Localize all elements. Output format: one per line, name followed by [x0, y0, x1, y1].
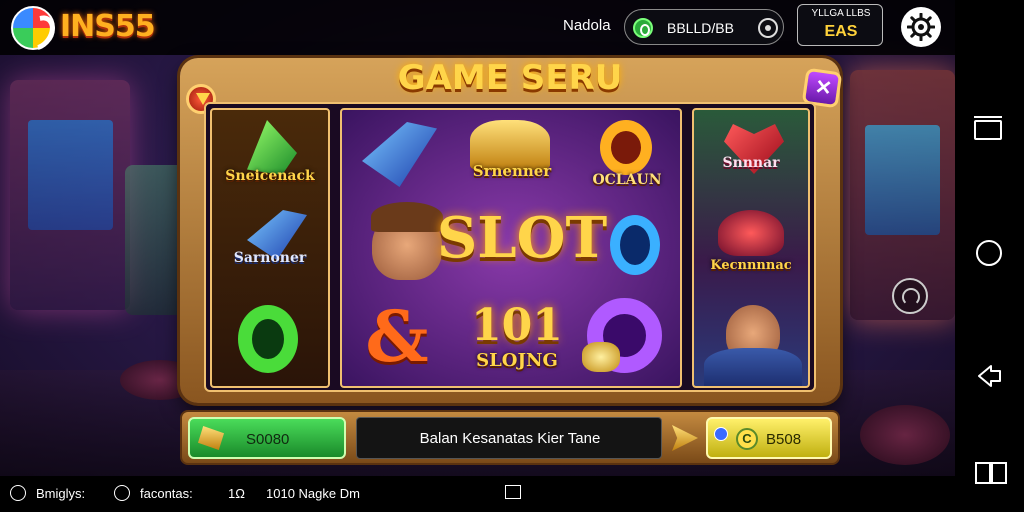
- reel-symbol-label: SLOJNG: [476, 350, 558, 371]
- balance-pill[interactable]: BBLLD/BB: [624, 9, 784, 45]
- reel-right: Snnnar Kecnnnnac: [692, 108, 810, 388]
- balance-value: BBLLD/BB: [667, 20, 734, 36]
- gold-nugget-icon: [582, 342, 620, 372]
- target-icon[interactable]: [758, 18, 778, 38]
- green-gem-icon: [247, 120, 297, 175]
- message-bar: Balan Kesanatas Kier Tane: [356, 417, 662, 459]
- coin-icon: C: [736, 428, 758, 450]
- control-panel: S0080 Balan Kesanatas Kier Tane C B508: [180, 410, 840, 465]
- reel-symbol-label: Sarnoner: [233, 250, 307, 266]
- square-icon: [505, 485, 521, 499]
- status-item: facontas:: [140, 486, 193, 501]
- bet-button-label: S0080: [246, 431, 290, 448]
- logo-icon: [11, 6, 55, 50]
- reel-symbol-label: Sneicenack: [225, 168, 315, 184]
- info-icon: [114, 485, 130, 501]
- slot-logo: SLOT: [436, 205, 608, 271]
- bet-button[interactable]: S0080: [188, 417, 346, 459]
- reel-number: 101: [471, 300, 563, 351]
- status-item: Bmiglys:: [36, 486, 86, 501]
- jackpot-value: EAS: [824, 23, 858, 40]
- status-icon: [10, 485, 26, 501]
- message-text: Balan Kesanatas Kier Tane: [419, 430, 601, 447]
- split-screen-icon[interactable]: [975, 462, 1007, 484]
- navigation-bar: [955, 0, 1024, 512]
- coin-button[interactable]: C B508: [706, 417, 832, 459]
- reel-symbol-label: OCLAUN: [592, 172, 662, 188]
- red-bag-icon: [718, 210, 784, 256]
- green-ring-icon: [238, 305, 298, 373]
- status-item: 1010 Nagke Dm: [266, 486, 360, 501]
- reel-center: Srnenner OCLAUN SLOT & 101 SLOJNG: [340, 108, 682, 388]
- status-prefix: 1Ω: [228, 486, 245, 501]
- recent-apps-icon[interactable]: [974, 116, 1002, 140]
- reel-symbol-label: Srnenner: [472, 162, 552, 180]
- reel-symbol-label: Kecnnnnac: [710, 258, 792, 273]
- refresh-button[interactable]: [892, 278, 928, 314]
- stool: [860, 405, 950, 465]
- blue-ring-icon: [610, 215, 660, 275]
- reel-symbol-label: Snnnar: [722, 155, 780, 171]
- coin-icon: [633, 18, 653, 38]
- gold-bar-icon: [198, 426, 224, 450]
- reel-left: Sneicenack Sarnoner: [210, 108, 330, 388]
- ampersand-symbol: &: [365, 295, 429, 378]
- back-icon[interactable]: [975, 362, 1003, 390]
- blue-gem-icon: [362, 122, 437, 187]
- jackpot-box[interactable]: YLLGA LLBS EAS: [797, 4, 883, 46]
- slot-machine-left: [10, 80, 130, 310]
- game-title: GAME SERU: [397, 58, 623, 98]
- gear-icon: [907, 13, 935, 41]
- blue-dot-icon: [714, 427, 728, 441]
- coin-button-label: B508: [766, 431, 802, 448]
- top-bar: INS55 Nadola BBLLD/BB YLLGA LLBS EAS: [0, 0, 955, 55]
- slot-frame: GAME SERU Sneicenack Sarnoner Srnenner O…: [180, 58, 843, 403]
- orange-ring-icon: [600, 120, 652, 175]
- hero-body: [704, 348, 802, 386]
- reel-area: Sneicenack Sarnoner Srnenner OCLAUN SLOT…: [204, 102, 816, 392]
- settings-button[interactable]: [901, 7, 941, 47]
- play-arrow-button[interactable]: [672, 425, 698, 451]
- jackpot-label: YLLGA LLBS: [811, 8, 871, 19]
- home-icon[interactable]: [976, 240, 1002, 266]
- brand-name: INS55: [60, 9, 156, 44]
- player-name: Nadola: [563, 17, 611, 34]
- status-bar: Bmiglys: facontas: 1Ω 1010 Nagke Dm: [0, 476, 955, 512]
